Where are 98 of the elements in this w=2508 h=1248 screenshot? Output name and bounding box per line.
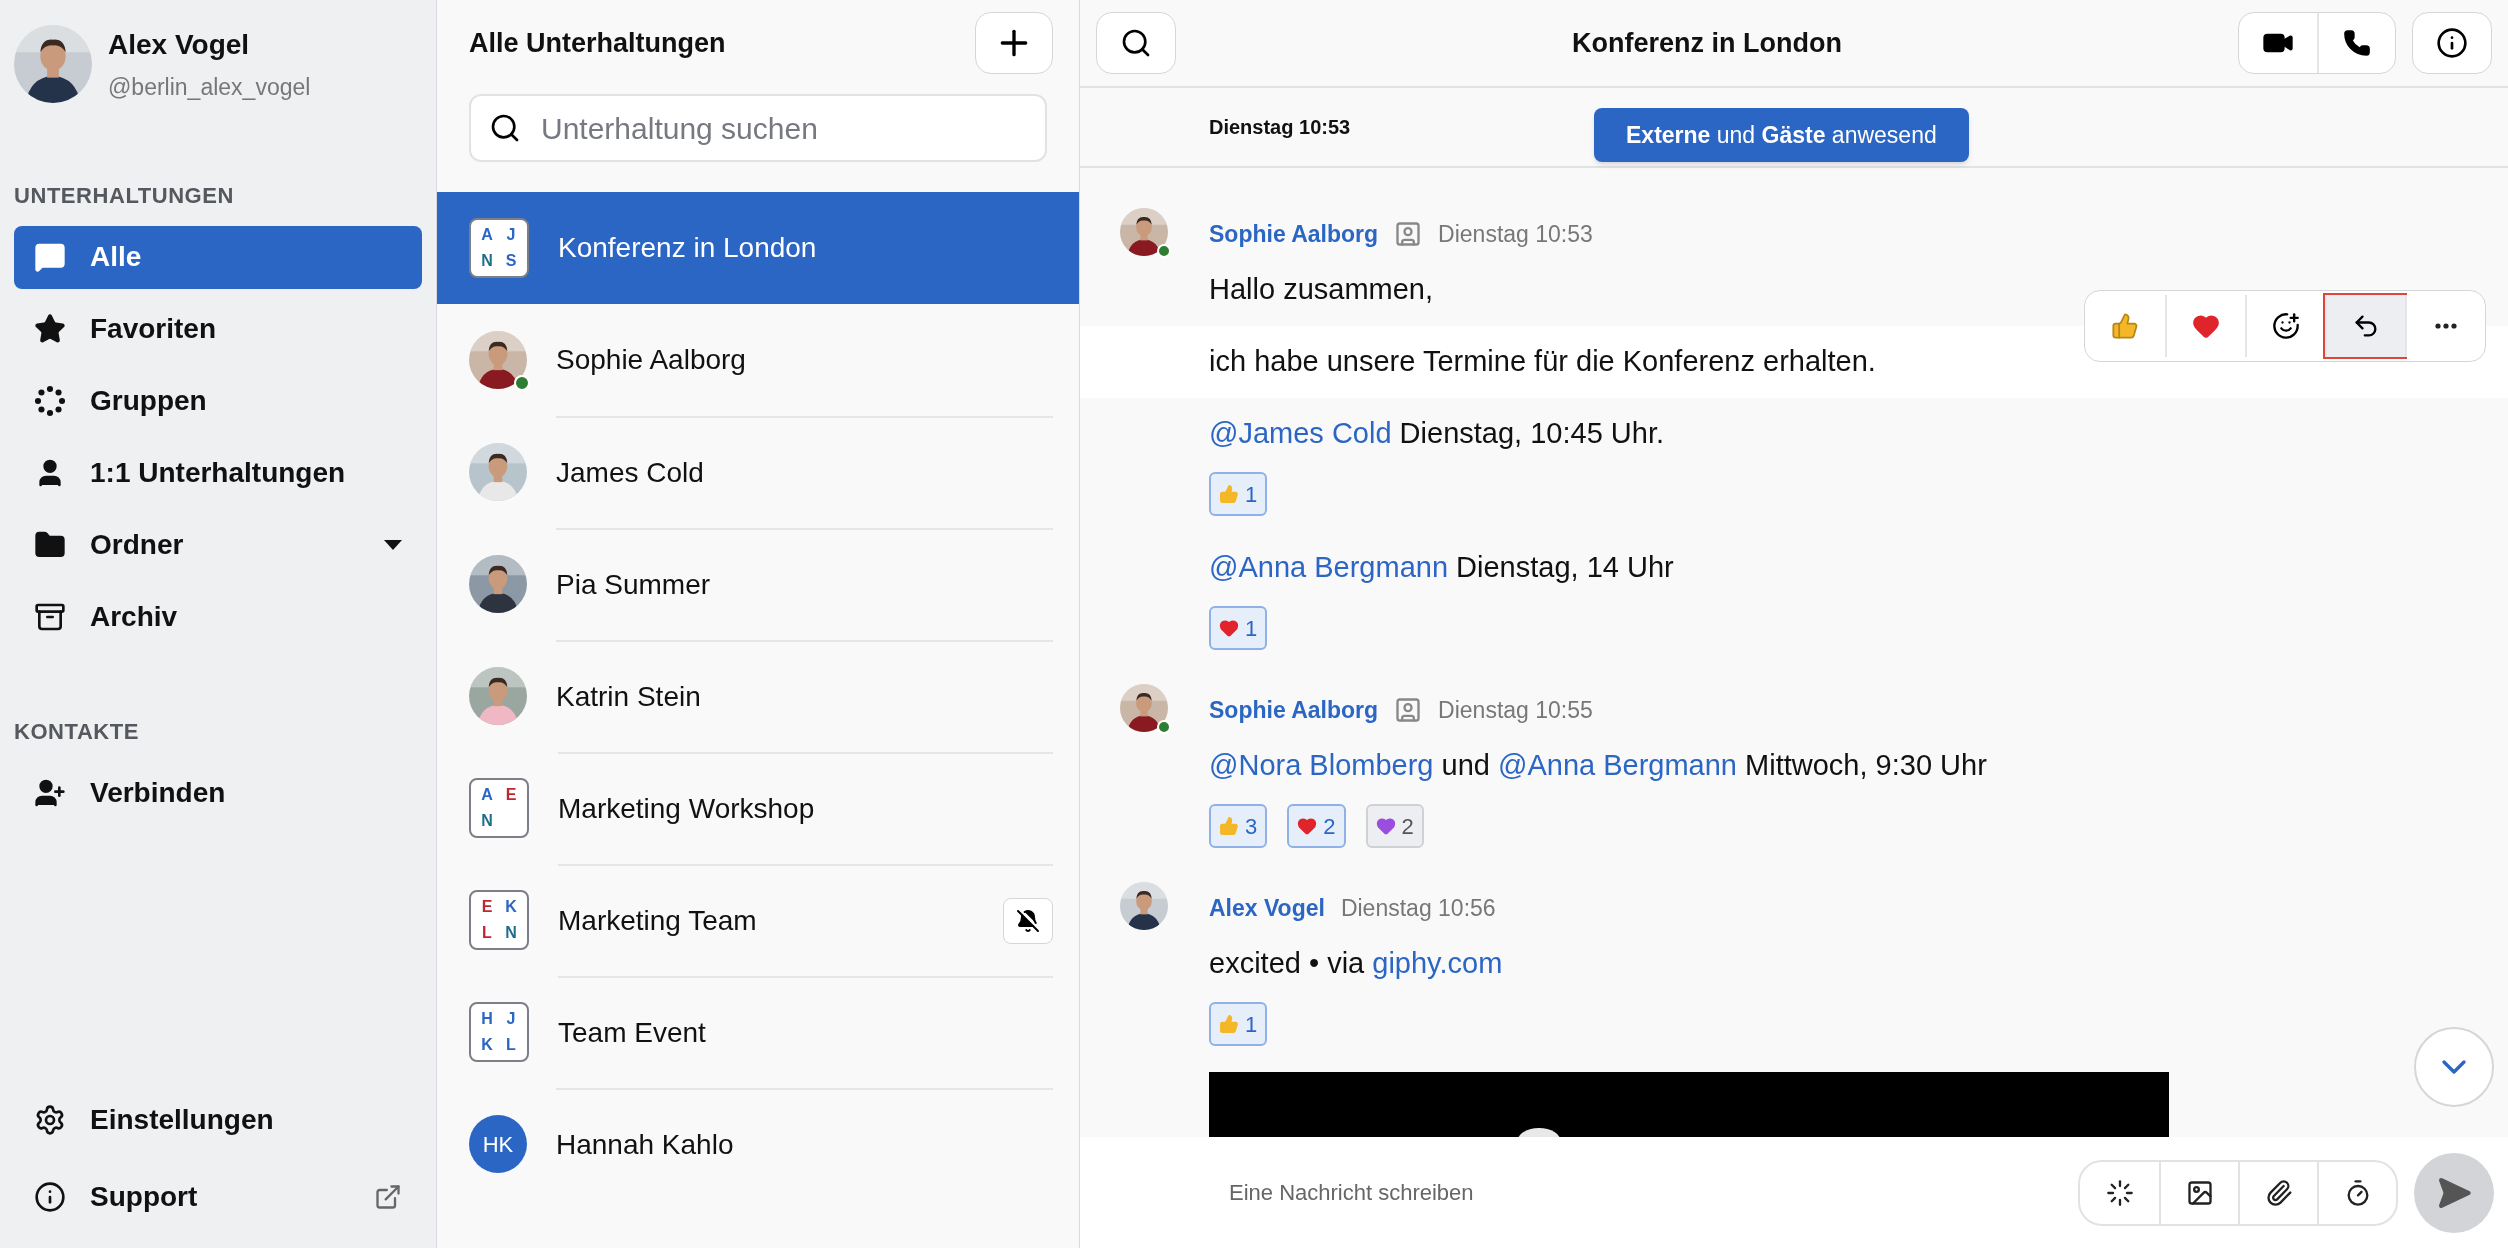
heart-icon xyxy=(2192,312,2220,340)
initials-avatar: HK xyxy=(469,1115,527,1173)
conversation-item[interactable]: Pia Summer xyxy=(437,528,1079,640)
conversation-name: Marketing Workshop xyxy=(558,792,816,826)
nav-item[interactable]: Favoriten xyxy=(14,297,422,361)
avatar-letter: A xyxy=(481,787,493,803)
message-text: ich habe unsere Termine für die Konferenz erhalten. xyxy=(1209,344,1876,380)
reaction-chip[interactable]: 1 xyxy=(1209,606,1268,650)
search-button[interactable] xyxy=(1096,12,1176,74)
message-input[interactable]: Eine Nachricht schreiben xyxy=(1229,1176,2062,1209)
reaction-chip[interactable]: 2 xyxy=(1287,804,1346,848)
settings-icon xyxy=(34,1103,66,1136)
chat-icon xyxy=(34,241,66,273)
section-heading: KONTAKTE xyxy=(14,717,139,746)
conversation-name: Marketing Team xyxy=(558,904,758,938)
info-icon xyxy=(2436,27,2468,59)
reaction-chip[interactable]: 1 xyxy=(1209,472,1268,516)
user-name: Alex Vogel xyxy=(108,28,251,62)
message-text: Hallo zusammen, xyxy=(1209,272,1434,308)
conversation-item[interactable]: A E N Marketing Workshop xyxy=(437,752,1079,864)
list-title: Alle Unterhaltungen xyxy=(469,26,726,60)
nav-item[interactable]: Verbinden xyxy=(14,761,422,825)
bell-off-icon xyxy=(1016,909,1040,933)
image-icon xyxy=(2185,1178,2214,1207)
add-button[interactable] xyxy=(975,12,1053,74)
dots-icon xyxy=(34,385,66,417)
message-time: Dienstag 10:56 xyxy=(1340,893,1496,923)
author-name: Alex Vogel xyxy=(1209,893,1325,923)
search-icon xyxy=(1120,27,1152,59)
avatar-letter: N xyxy=(481,253,493,269)
user-handle: @berlin_alex_vogel xyxy=(108,73,311,102)
person-add-icon xyxy=(34,777,66,809)
nav-item[interactable]: Einstellungen xyxy=(14,1088,422,1151)
conversation-item[interactable]: H J K L Team Event xyxy=(437,976,1079,1088)
nav-item[interactable]: 1:1 Unterhaltungen xyxy=(14,441,422,505)
avatar-letter: K xyxy=(481,1037,493,1053)
conversation-name: Sophie Aalborg xyxy=(556,343,747,377)
avatar-letter: H xyxy=(481,1011,493,1027)
conversation-item[interactable]: E K L N Marketing Team xyxy=(437,864,1079,976)
avatar-letter: J xyxy=(506,1011,516,1027)
info-icon xyxy=(34,1180,66,1213)
nav-item[interactable]: Gruppen xyxy=(14,369,422,433)
caret-icon[interactable] xyxy=(384,540,402,550)
conversation-name: Katrin Stein xyxy=(556,680,702,714)
nav-item[interactable]: Support xyxy=(14,1165,422,1228)
avatar-letter: K xyxy=(505,899,517,915)
archive-icon xyxy=(34,601,66,633)
avatar-letter: L xyxy=(506,1037,516,1053)
nav-item[interactable]: Alle xyxy=(14,225,422,289)
nav-item[interactable]: Archiv xyxy=(14,585,422,649)
message-text: excited • via giphy.com xyxy=(1209,946,1503,982)
star-icon xyxy=(34,313,66,345)
sparkle-icon xyxy=(2105,1178,2134,1207)
conversation-item[interactable]: Sophie Aalborg xyxy=(437,304,1079,416)
author-name: Sophie Aalborg xyxy=(1209,219,1379,249)
avatar-letter: N xyxy=(481,813,493,829)
conversation-name: James Cold xyxy=(556,456,705,490)
date-label: Dienstag 10:53 xyxy=(1209,115,1351,140)
conversation-name: Pia Summer xyxy=(556,568,712,602)
conversation-name: Konferenz in London xyxy=(558,231,818,265)
search-field[interactable]: Unterhaltung suchen xyxy=(469,94,1047,162)
reaction-chip[interactable]: 3 xyxy=(1209,804,1268,848)
thumbs-up-icon xyxy=(2111,312,2139,340)
paperclip-icon xyxy=(2264,1178,2293,1207)
search-input[interactable]: Unterhaltung suchen xyxy=(541,105,1027,151)
conversation-item[interactable]: Katrin Stein xyxy=(437,640,1079,752)
message-text: @James Cold Dienstag, 10:45 Uhr. xyxy=(1209,416,1664,452)
message-time: Dienstag 10:53 xyxy=(1438,219,1593,249)
avatar-letter: N xyxy=(505,925,517,941)
message-time: Dienstag 10:55 xyxy=(1438,695,1593,725)
search-icon xyxy=(489,112,521,144)
emoji-add-icon xyxy=(2272,312,2300,340)
info-button[interactable] xyxy=(2412,12,2492,74)
phone-icon xyxy=(2343,29,2371,57)
message-text: @Anna Bergmann Dienstag, 14 Uhr xyxy=(1209,550,1674,586)
avatar-letter: E xyxy=(505,787,517,803)
avatar-letter: S xyxy=(505,253,517,269)
avatar-letter: A xyxy=(481,227,493,243)
chat-title: Konferenz in London xyxy=(1572,26,1842,60)
conversation-name: Hannah Kahlo xyxy=(556,1128,735,1162)
avatar-letter: J xyxy=(506,227,516,243)
avatar-letter: E xyxy=(481,899,493,915)
nav-item[interactable]: Ordner xyxy=(14,513,422,577)
avatar-letter: L xyxy=(482,925,492,941)
conversation-item[interactable]: James Cold xyxy=(437,416,1079,528)
notice-banner: Externe und Gäste anwesend xyxy=(1594,108,1969,162)
author-name: Sophie Aalborg xyxy=(1209,695,1379,725)
link[interactable]: giphy.com xyxy=(1372,947,1503,980)
toolbar-button[interactable] xyxy=(2325,295,2405,357)
conversation-name: Team Event xyxy=(558,1016,707,1050)
reaction-chip[interactable]: 1 xyxy=(1209,1002,1268,1046)
more-icon xyxy=(2435,323,2457,329)
external-link-icon[interactable] xyxy=(374,1182,402,1211)
section-heading: UNTERHALTUNGEN xyxy=(14,181,234,210)
reaction-chip[interactable]: 2 xyxy=(1365,804,1424,848)
conversation-item[interactable]: A J N S Konferenz in London xyxy=(437,192,1079,304)
conversation-item[interactable]: HK Hannah Kahlo xyxy=(437,1088,1079,1200)
message-text: @Nora Blomberg und @Anna Bergmann Mittwoch, 9:30 Uhr xyxy=(1209,748,1987,784)
